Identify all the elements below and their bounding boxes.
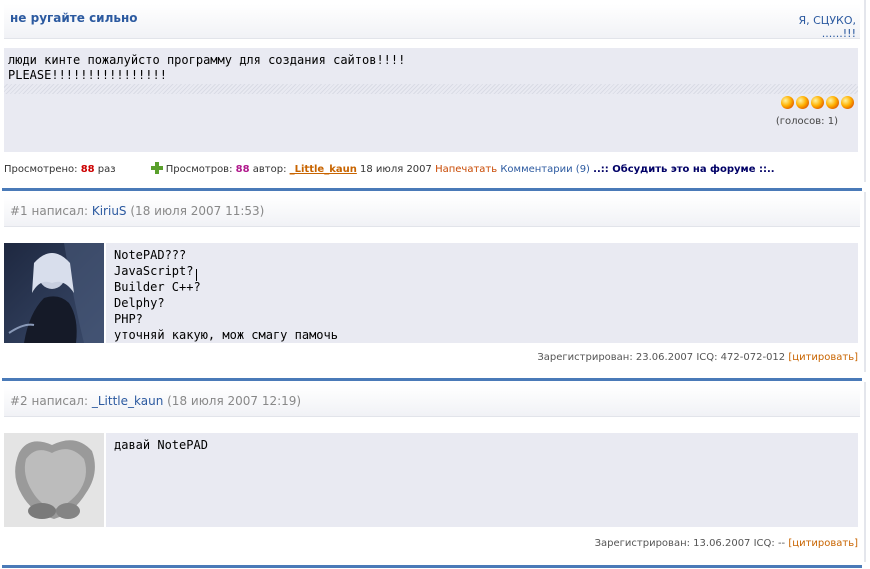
article-message: люди кинте пожалуйсто программу для созд…	[8, 53, 405, 83]
comment-nick-link[interactable]: _Little_kaun	[92, 394, 163, 408]
viewed-count: 88	[80, 164, 95, 175]
comment-line: давай NotePAD	[114, 438, 208, 452]
author-link[interactable]: _Little_kaun	[290, 164, 357, 175]
comment-body: давай NotePAD	[106, 433, 858, 527]
article-title[interactable]: не ругайте сильно	[10, 11, 138, 25]
article-info-bar: Просмотрено: 88 раз Просмотров: 88 автор…	[4, 162, 775, 175]
comment-footer: Зарегистрирован: 13.06.2007 ICQ: -- [цит…	[595, 538, 858, 549]
registration-info: Зарегистрирован: 23.06.2007 ICQ: 472-072…	[537, 352, 786, 363]
cite-link[interactable]: [цитировать]	[788, 352, 858, 363]
comment-number: #2 написал:	[10, 394, 89, 408]
comment-line: PHP?	[114, 312, 143, 326]
avatar-image	[4, 433, 104, 527]
separator	[2, 188, 862, 191]
rating-star-icon[interactable]	[796, 96, 809, 109]
comment-number: #1 написал:	[10, 204, 89, 218]
print-link[interactable]: Напечатать	[435, 164, 497, 175]
viewed-label: Просмотрено:	[4, 164, 78, 175]
rating-star-icon[interactable]	[826, 96, 839, 109]
comment-line: JavaScript?	[114, 264, 194, 278]
comment-line: Builder C++?	[114, 280, 201, 294]
cite-link[interactable]: [цитировать]	[788, 538, 858, 549]
comment-author-line: #2 написал: _Little_kaun (18 июля 2007 1…	[10, 394, 301, 408]
separator	[2, 565, 862, 568]
views-label: Просмотров:	[165, 164, 233, 175]
author-label: автор:	[252, 164, 287, 175]
comment-author-line: #1 написал: KiriuS (18 июля 2007 11:53)	[10, 204, 264, 218]
comment-time: (18 июля 2007 12:19)	[167, 394, 302, 408]
avatar	[4, 243, 104, 343]
comment-line: Delphy?	[114, 296, 165, 310]
hatch-divider	[4, 84, 858, 94]
tagline-line-1: Я, СЦУКО,	[798, 14, 856, 27]
comment-body: NotePAD??? JavaScript? Builder C++? Delp…	[106, 243, 858, 343]
rating-stars[interactable]	[781, 96, 854, 109]
comment-line: уточняй какую, мож смагу памочь	[114, 328, 338, 342]
viewed-unit: раз	[97, 164, 116, 175]
message-line-1: люди кинте пожалуйсто программу для созд…	[8, 53, 406, 67]
comment-text: давай NotePAD	[114, 437, 208, 453]
comment-2: #2 написал: _Little_kaun (18 июля 2007 1…	[0, 382, 866, 562]
tagline-line-2: ......!!!	[821, 27, 856, 40]
comment-text: NotePAD??? JavaScript? Builder C++? Delp…	[114, 247, 338, 343]
comment-line: NotePAD???	[114, 248, 187, 262]
comment-time: (18 июля 2007 11:53)	[130, 204, 265, 218]
plus-icon[interactable]	[150, 162, 163, 174]
article-tagline: Я, СЦУКО, ......!!!	[798, 14, 856, 40]
article-date: 18 июля 2007	[360, 164, 432, 175]
avatar	[4, 433, 104, 527]
views-count: 88	[235, 164, 250, 175]
avatar-image	[4, 243, 104, 343]
rating-star-icon[interactable]	[781, 96, 794, 109]
comment-nick-link[interactable]: KiriuS	[92, 204, 127, 218]
comment-1: #1 написал: KiriuS (18 июля 2007 11:53) …	[0, 192, 866, 372]
article-block: не ругайте сильно Я, СЦУКО, ......!!! лю…	[0, 0, 866, 182]
rating-star-icon[interactable]	[811, 96, 824, 109]
comment-footer: Зарегистрирован: 23.06.2007 ICQ: 472-072…	[537, 352, 858, 363]
votes-count: (голосов: 1)	[775, 116, 838, 127]
text-cursor-icon	[196, 269, 197, 281]
article-body: люди кинте пожалуйсто программу для созд…	[4, 48, 858, 152]
rating-star-icon[interactable]	[841, 96, 854, 109]
article-header: не ругайте сильно Я, СЦУКО, ......!!!	[4, 4, 860, 40]
separator	[2, 378, 862, 381]
message-line-2: PLEASE!!!!!!!!!!!!!!!!	[8, 68, 167, 82]
forum-link[interactable]: ..:: Обсудить это на форуме ::..	[593, 164, 774, 175]
comments-link[interactable]: Комментарии (9)	[500, 164, 590, 175]
registration-info: Зарегистрирован: 13.06.2007 ICQ: --	[594, 538, 786, 549]
